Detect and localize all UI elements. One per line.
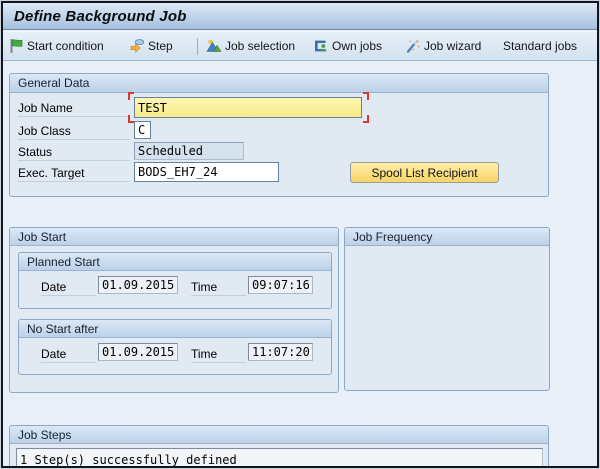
sap-window: Define Background Job Start condition St… <box>0 0 600 469</box>
planned-start-group: Planned Start Date Time <box>18 252 332 309</box>
toolbar-item-label: Own jobs <box>332 39 383 53</box>
exec-target-input[interactable] <box>134 162 279 182</box>
planned-date-field[interactable] <box>98 276 178 294</box>
standard-jobs-button[interactable]: Standard jobs <box>503 39 577 53</box>
job-steps-message: 1 Step(s) successfully defined <box>16 448 543 468</box>
job-frequency-group: Job Frequency <box>344 227 550 391</box>
planned-time-label: Time <box>191 280 246 296</box>
job-steps-group: Job Steps 1 Step(s) successfully defined <box>9 425 549 468</box>
no-start-date-label: Date <box>41 347 96 363</box>
toolbar-item-label: Job selection <box>225 39 296 53</box>
mountains-icon <box>206 38 222 54</box>
job-start-group: Job Start Planned Start Date Time No Sta… <box>9 227 339 393</box>
toolbar-item-label: Start condition <box>27 39 104 53</box>
spool-list-recipient-button[interactable]: Spool List Recipient <box>350 162 499 183</box>
group-title: Planned Start <box>19 253 331 271</box>
toolbar-item-label: Job wizard <box>424 39 482 53</box>
window-titlebar: Define Background Job <box>3 3 597 30</box>
step-icon <box>129 38 145 54</box>
job-class-label: Job Class <box>18 124 130 140</box>
general-data-group: General Data Job Name Job Class Status S… <box>9 73 549 197</box>
group-title: General Data <box>10 74 548 93</box>
job-class-input[interactable] <box>134 121 151 139</box>
group-title: Job Frequency <box>345 228 549 246</box>
no-start-time-label: Time <box>191 347 246 363</box>
wand-icon <box>405 38 421 54</box>
no-start-date-field[interactable] <box>98 343 178 361</box>
own-jobs-icon <box>313 38 329 54</box>
start-condition-button[interactable]: Start condition <box>8 38 104 54</box>
planned-date-label: Date <box>41 280 96 296</box>
toolbar-item-label: Step <box>148 39 173 53</box>
toolbar-separator <box>197 38 198 55</box>
page-title: Define Background Job <box>14 7 187 25</box>
group-title: No Start after <box>19 320 331 338</box>
status-label: Status <box>18 145 130 161</box>
step-button[interactable]: Step <box>129 38 173 54</box>
job-name-input[interactable] <box>134 97 362 118</box>
job-name-label: Job Name <box>18 101 130 117</box>
group-title: Job Start <box>10 228 338 246</box>
no-start-after-group: No Start after Date Time <box>18 319 332 375</box>
toolbar-item-label: Standard jobs <box>503 39 578 53</box>
no-start-time-field[interactable] <box>248 343 313 361</box>
planned-time-field[interactable] <box>248 276 313 294</box>
own-jobs-button[interactable]: Own jobs <box>313 38 382 54</box>
exec-target-label: Exec. Target <box>18 166 130 182</box>
group-title: Job Steps <box>10 426 548 444</box>
job-selection-button[interactable]: Job selection <box>206 38 295 54</box>
job-wizard-button[interactable]: Job wizard <box>405 38 481 54</box>
app-toolbar: Start condition Step Job selection Own j… <box>3 31 597 61</box>
flag-icon <box>8 38 24 54</box>
status-value-field: Scheduled <box>134 142 244 160</box>
